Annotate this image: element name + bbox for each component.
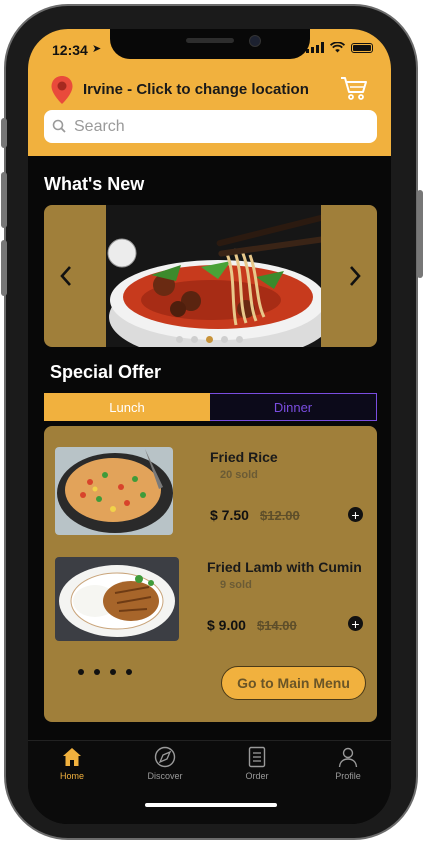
food-sold-count: 20 sold [220, 469, 258, 481]
side-button-volume-up [1, 172, 7, 228]
offer-page-dot[interactable] [110, 669, 116, 675]
offer-page-dots [78, 669, 132, 675]
tab-profile-label: Profile [335, 771, 361, 781]
carousel-dot[interactable] [176, 336, 183, 343]
carousel-next-button[interactable] [340, 257, 370, 295]
offer-page-dot[interactable] [78, 669, 84, 675]
search-icon [52, 119, 66, 133]
add-to-cart-button[interactable]: + [348, 616, 363, 631]
tab-home[interactable]: Home [37, 746, 107, 781]
add-to-cart-button[interactable]: + [348, 507, 363, 522]
food-price: $ 9.00 [207, 617, 246, 633]
side-button-mute [1, 118, 7, 148]
food-price: $ 7.50 [210, 507, 249, 523]
side-button-power [417, 190, 423, 278]
special-offer-card: Fried Rice 20 sold $ 7.50 $12.00 + Fried… [44, 426, 377, 722]
home-indicator [145, 803, 277, 807]
whats-new-title: What's New [44, 174, 145, 194]
document-icon [248, 746, 266, 768]
noodle-bowl-image[interactable] [106, 205, 321, 347]
chevron-left-icon [60, 266, 71, 286]
offer-page-dot[interactable] [94, 669, 100, 675]
location-services-icon: ➤ [92, 43, 102, 55]
food-name: Fried Lamb with Cumin [207, 559, 362, 575]
special-offer-title: Special Offer [50, 362, 162, 382]
food-name: Fried Rice [210, 449, 278, 465]
search-input[interactable] [72, 113, 366, 141]
status-time: 12:34 [52, 42, 88, 58]
food-old-price: $12.00 [260, 508, 300, 523]
whats-new-carousel[interactable] [44, 205, 377, 347]
carousel-dots [176, 336, 243, 343]
tab-order[interactable]: Order [222, 746, 292, 781]
offer-page-dot[interactable] [126, 669, 132, 675]
carousel-dot[interactable] [236, 336, 243, 343]
carousel-prev-button[interactable] [51, 257, 81, 295]
tab-lunch[interactable]: Lunch [44, 393, 210, 421]
location-label[interactable]: Irvine - Click to change location [83, 81, 309, 98]
notch [110, 29, 310, 59]
cart-icon[interactable] [340, 75, 368, 101]
side-button-volume-down [1, 240, 7, 296]
go-to-main-menu-button[interactable]: Go to Main Menu [221, 666, 366, 700]
search-box[interactable] [44, 110, 377, 143]
tab-home-label: Home [59, 771, 84, 781]
speaker [186, 38, 234, 43]
fried-rice-image[interactable] [55, 447, 173, 535]
tab-discover-label: Discover [147, 771, 183, 781]
battery-icon [351, 42, 373, 53]
tab-profile[interactable]: Profile [313, 746, 383, 781]
carousel-dot[interactable] [206, 336, 213, 343]
carousel-dot[interactable] [191, 336, 198, 343]
home-icon [63, 748, 81, 766]
food-old-price: $14.00 [257, 618, 297, 633]
bottom-tab-bar: Home Discover Order Profile [28, 740, 391, 824]
location-pin-icon[interactable] [50, 75, 74, 105]
tab-dinner[interactable]: Dinner [210, 393, 377, 421]
phone-screen: 12:34 ➤ Irvine - Click to change locatio… [28, 29, 391, 824]
tab-order-label: Order [245, 771, 269, 781]
chevron-right-icon [350, 266, 361, 286]
status-icons [306, 42, 373, 53]
food-sold-count: 9 sold [220, 579, 252, 591]
meal-tabs: Lunch Dinner [44, 393, 377, 421]
plus-icon: + [351, 615, 360, 632]
plus-icon: + [351, 506, 360, 523]
tab-discover[interactable]: Discover [130, 746, 200, 781]
wifi-icon [330, 42, 345, 53]
compass-icon [154, 746, 176, 768]
person-icon [338, 747, 358, 768]
fried-lamb-image[interactable] [55, 557, 179, 641]
front-camera [249, 35, 261, 47]
carousel-dot[interactable] [221, 336, 228, 343]
